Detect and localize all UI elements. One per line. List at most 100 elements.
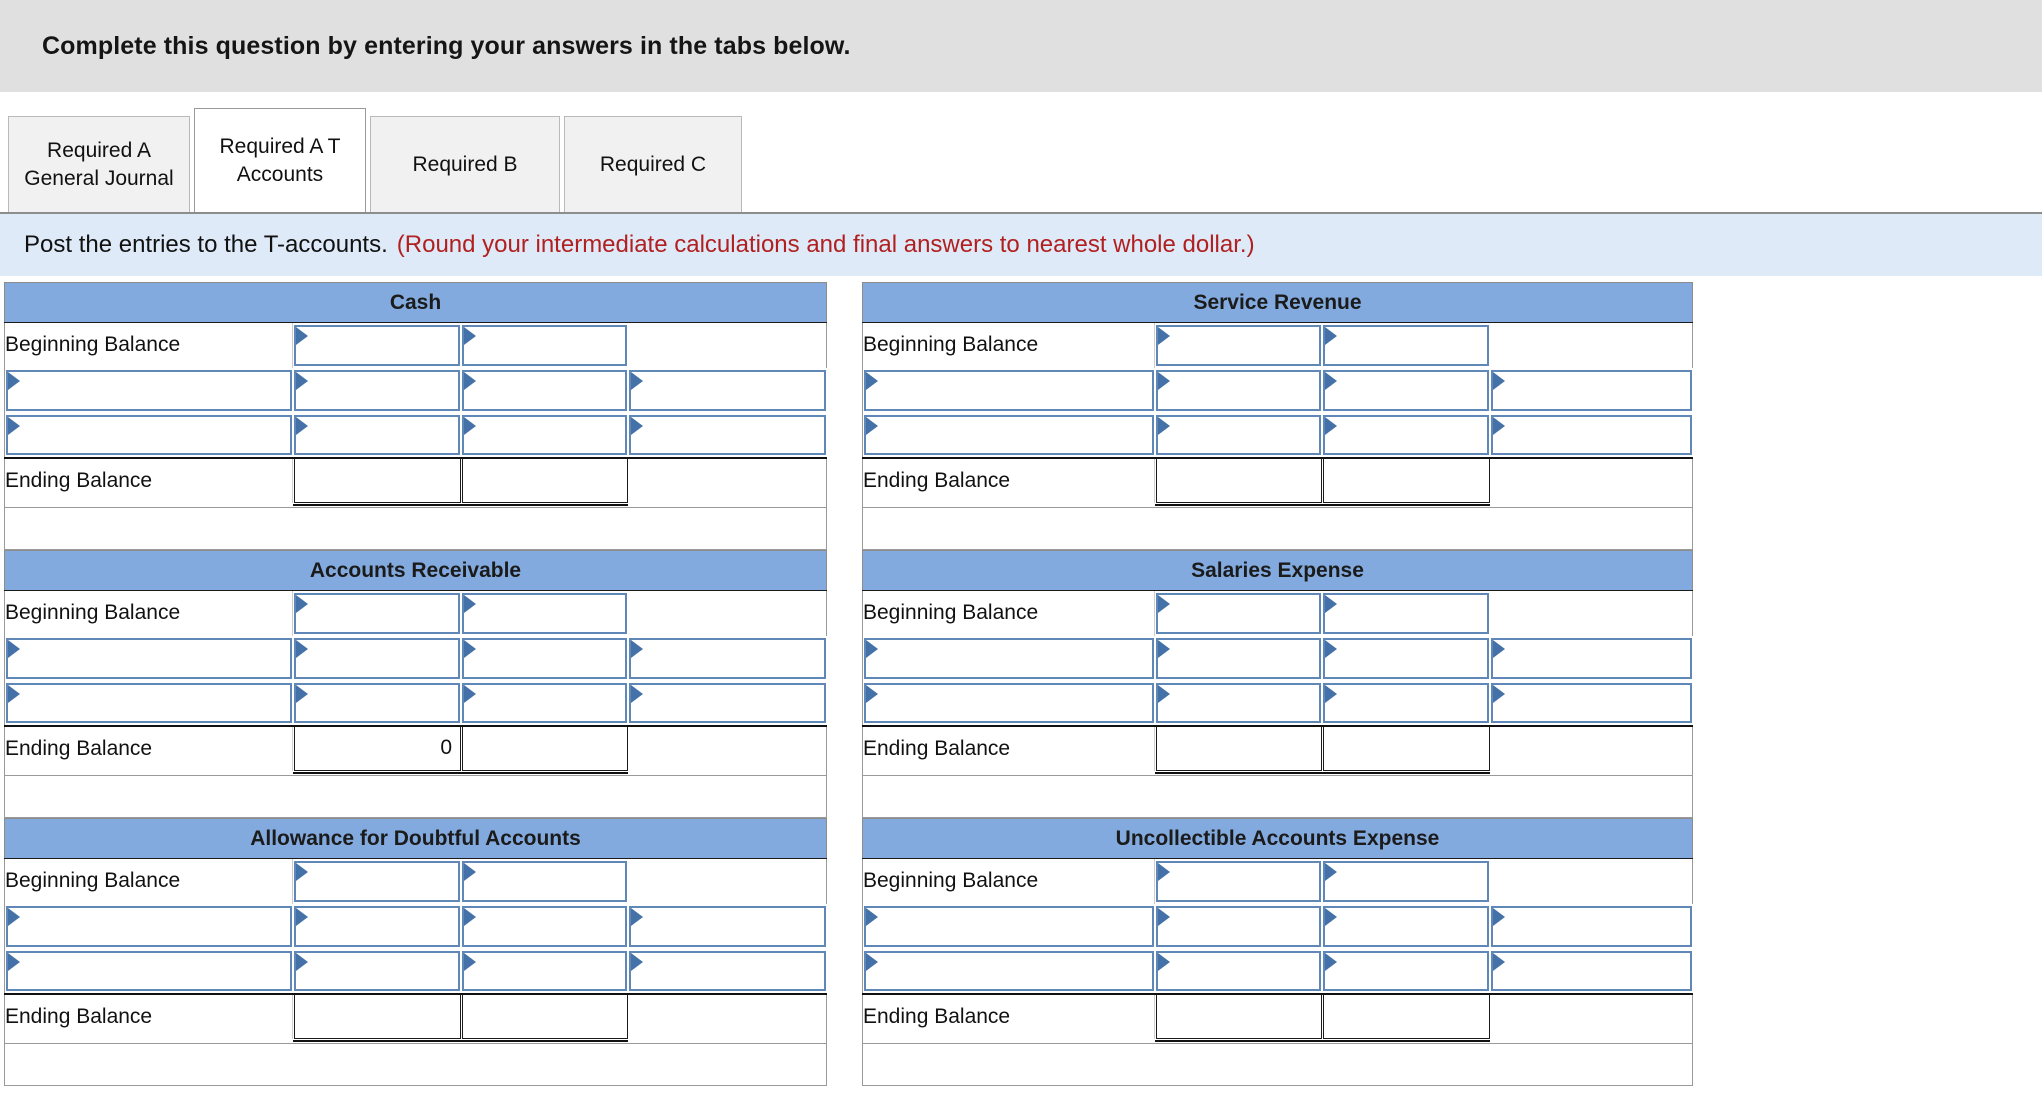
dropdown-triangle-icon[interactable]	[1157, 907, 1170, 926]
t-account-debit-input-cell[interactable]	[293, 323, 461, 368]
dropdown-triangle-icon[interactable]	[1157, 371, 1170, 390]
ending-balance-box[interactable]	[1323, 458, 1491, 503]
t-account-entry-label-cell[interactable]	[3, 635, 293, 681]
dropdown-triangle-icon[interactable]	[1325, 863, 1338, 881]
input-box[interactable]	[629, 682, 826, 723]
t-account-credit-input-cell[interactable]	[1322, 681, 1490, 726]
input-box[interactable]	[6, 905, 292, 947]
ending-balance-credit-cell[interactable]	[1322, 992, 1491, 1039]
input-box[interactable]	[1491, 682, 1692, 723]
t-account-credit-input-cell[interactable]	[1322, 859, 1490, 904]
ending-balance-credit-cell[interactable]	[461, 456, 629, 503]
t-account-extra-input-cell[interactable]	[628, 904, 826, 949]
t-account-credit-input-cell[interactable]	[1322, 413, 1490, 458]
t-account-credit-input-cell[interactable]	[461, 591, 628, 636]
t-account-entry-label-cell[interactable]	[861, 412, 1155, 458]
dropdown-triangle-icon[interactable]	[8, 639, 20, 658]
dropdown-triangle-icon[interactable]	[631, 639, 644, 658]
dropdown-triangle-icon[interactable]	[296, 595, 309, 613]
input-box[interactable]	[864, 369, 1154, 411]
t-account-entry-label-cell[interactable]	[3, 680, 293, 726]
t-account-debit-input-cell[interactable]	[293, 904, 461, 949]
dropdown-triangle-icon[interactable]	[464, 639, 477, 658]
dropdown-triangle-icon[interactable]	[464, 416, 477, 435]
dropdown-triangle-icon[interactable]	[464, 907, 477, 926]
dropdown-triangle-icon[interactable]	[1493, 907, 1506, 926]
t-account-extra-input-cell[interactable]	[1490, 681, 1692, 726]
dropdown-triangle-icon[interactable]	[464, 863, 477, 881]
t-account-credit-input-cell[interactable]	[461, 904, 628, 949]
t-account-credit-input-cell[interactable]	[1322, 949, 1490, 994]
input-box[interactable]	[1155, 905, 1322, 947]
dropdown-triangle-icon[interactable]	[631, 416, 644, 435]
dropdown-triangle-icon[interactable]	[1325, 907, 1338, 926]
dropdown-triangle-icon[interactable]	[866, 684, 878, 703]
t-account-extra-input-cell[interactable]	[628, 681, 826, 726]
dropdown-triangle-icon[interactable]	[866, 416, 878, 435]
input-box[interactable]	[1156, 325, 1322, 366]
t-account-extra-input-cell[interactable]	[628, 368, 826, 413]
dropdown-triangle-icon[interactable]	[1493, 952, 1506, 971]
input-box[interactable]	[293, 682, 461, 723]
ending-balance-box[interactable]	[294, 994, 462, 1039]
input-box[interactable]	[1323, 861, 1490, 902]
ending-balance-credit-cell[interactable]	[1322, 724, 1491, 771]
input-box[interactable]	[294, 325, 461, 366]
dropdown-triangle-icon[interactable]	[295, 684, 308, 703]
dropdown-triangle-icon[interactable]	[464, 595, 477, 613]
ending-balance-box[interactable]	[462, 994, 629, 1039]
input-box[interactable]	[293, 637, 461, 679]
dropdown-triangle-icon[interactable]	[1157, 952, 1170, 971]
input-box[interactable]	[293, 950, 461, 991]
t-account-debit-input-cell[interactable]	[293, 859, 461, 904]
input-box[interactable]	[629, 637, 826, 679]
dropdown-triangle-icon[interactable]	[464, 952, 477, 971]
t-account-debit-input-cell[interactable]	[1155, 368, 1322, 413]
ending-balance-credit-cell[interactable]	[461, 724, 629, 771]
input-box[interactable]	[462, 950, 628, 991]
ending-balance-debit-cell[interactable]	[292, 992, 462, 1039]
t-account-debit-input-cell[interactable]	[1155, 681, 1322, 726]
dropdown-triangle-icon[interactable]	[1325, 684, 1338, 703]
t-account-extra-input-cell[interactable]	[1490, 413, 1692, 458]
t-account-debit-input-cell[interactable]	[293, 681, 461, 726]
input-box[interactable]	[1491, 414, 1692, 455]
ending-balance-debit-cell[interactable]	[1154, 456, 1323, 503]
input-box[interactable]	[1323, 950, 1490, 991]
input-box[interactable]	[629, 950, 826, 991]
t-account-credit-input-cell[interactable]	[1322, 368, 1490, 413]
input-box[interactable]	[1491, 905, 1692, 947]
dropdown-triangle-icon[interactable]	[866, 907, 878, 926]
input-box[interactable]	[462, 637, 628, 679]
dropdown-triangle-icon[interactable]	[1157, 684, 1170, 703]
input-box[interactable]	[629, 414, 826, 455]
input-box[interactable]	[629, 369, 826, 411]
dropdown-triangle-icon[interactable]	[1325, 952, 1338, 971]
input-box[interactable]	[6, 369, 292, 411]
dropdown-triangle-icon[interactable]	[464, 327, 477, 345]
input-box[interactable]	[864, 682, 1154, 723]
ending-balance-box[interactable]	[1323, 994, 1491, 1039]
input-box[interactable]	[6, 637, 292, 679]
input-box[interactable]	[864, 637, 1154, 679]
dropdown-triangle-icon[interactable]	[1493, 684, 1506, 703]
input-box[interactable]	[1491, 637, 1692, 679]
dropdown-triangle-icon[interactable]	[1325, 639, 1338, 658]
t-account-credit-input-cell[interactable]	[461, 368, 628, 413]
dropdown-triangle-icon[interactable]	[295, 907, 308, 926]
t-account-debit-input-cell[interactable]	[1155, 949, 1322, 994]
dropdown-triangle-icon[interactable]	[8, 952, 20, 971]
input-box[interactable]	[293, 905, 461, 947]
t-account-extra-input-cell[interactable]	[628, 949, 826, 994]
ending-balance-debit-cell[interactable]	[1154, 724, 1323, 771]
t-account-credit-input-cell[interactable]	[461, 636, 628, 681]
t-account-debit-input-cell[interactable]	[1155, 323, 1322, 368]
input-box[interactable]	[1155, 369, 1322, 411]
dropdown-triangle-icon[interactable]	[1158, 327, 1171, 345]
ending-balance-debit-cell[interactable]	[292, 456, 462, 503]
ending-balance-box[interactable]	[462, 458, 629, 503]
input-box[interactable]	[293, 369, 461, 411]
t-account-debit-input-cell[interactable]	[293, 949, 461, 994]
t-account-entry-label-cell[interactable]	[861, 635, 1155, 681]
input-box[interactable]	[1156, 861, 1322, 902]
